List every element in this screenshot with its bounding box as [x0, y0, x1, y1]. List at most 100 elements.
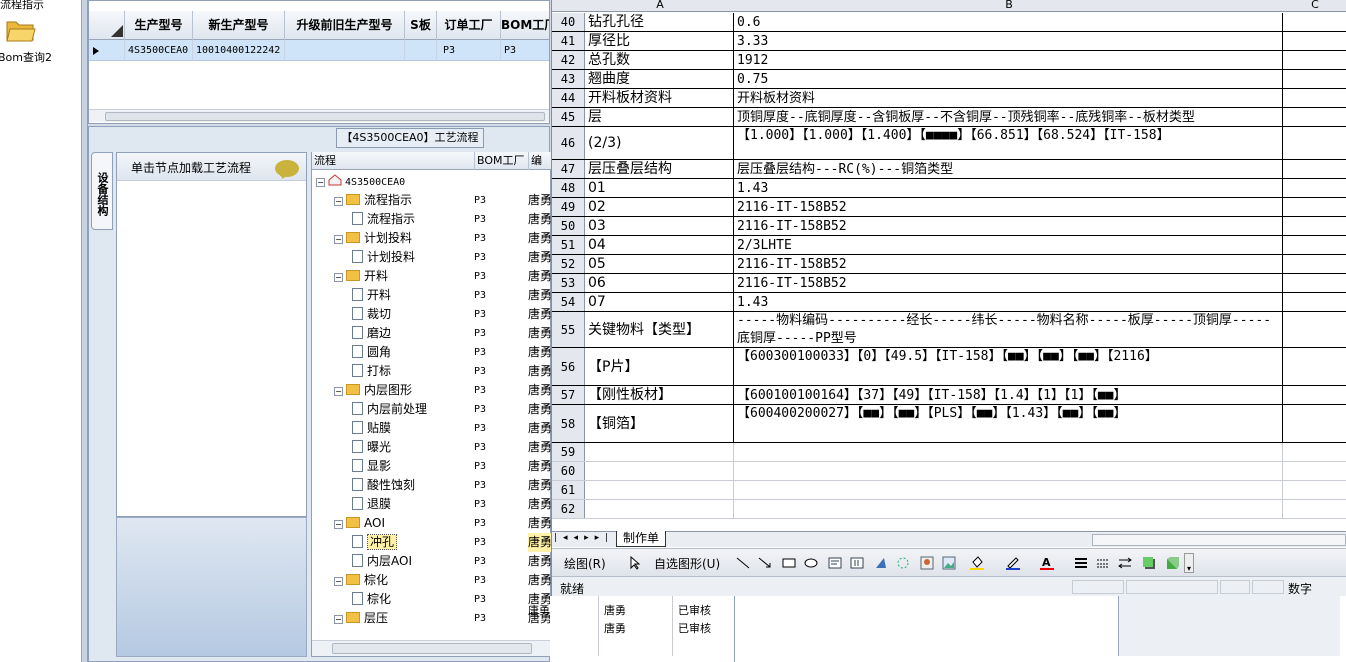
sheet-nav-arrows-icon[interactable]: |◂◂▸▸|	[554, 533, 614, 543]
tree-leaf-node[interactable]: 显影 P3 唐勇	[312, 457, 552, 476]
col-new-model[interactable]: 新生产型号	[193, 11, 285, 40]
cell-b[interactable]: 1.43	[735, 179, 1283, 197]
shadow-icon[interactable]	[1142, 556, 1156, 570]
cell-a[interactable]: 【铜箔】	[586, 405, 734, 442]
cell-c[interactable]	[1284, 481, 1346, 499]
process-flow-tab[interactable]: 【4S3500CEA0】工艺流程	[336, 128, 484, 148]
tree-folder-node[interactable]: − 棕化 P3 唐勇	[312, 571, 552, 590]
tree-leaf-node[interactable]: 打标 P3 唐勇	[312, 362, 552, 381]
line-style-icon[interactable]	[1074, 556, 1088, 570]
cell-a[interactable]: 层压叠层结构	[586, 160, 734, 178]
cell-old-model[interactable]	[285, 40, 405, 61]
cell-s-board[interactable]	[405, 40, 437, 61]
col-prod-model[interactable]: 生产型号	[125, 11, 193, 40]
row-number[interactable]: 40	[552, 13, 585, 31]
cell-b[interactable]: 顶铜厚度--底铜厚度--含铜板厚--不含铜厚--顶残铜率--底残铜率--板材类型	[735, 108, 1283, 126]
row-number[interactable]: 42	[552, 51, 585, 69]
3d-style-icon[interactable]	[1166, 556, 1180, 570]
tree-folder-node[interactable]: − 内层图形 P3 唐勇	[312, 381, 552, 400]
cell-b[interactable]: 【600100100164】【37】【49】【IT-158】【1.4】【1】【1…	[735, 386, 1283, 404]
cell-a[interactable]	[586, 500, 734, 518]
row-number[interactable]: 59	[552, 443, 585, 461]
collapse-icon[interactable]: −	[334, 197, 343, 206]
nav-item-process[interactable]: 流程指示	[0, 0, 44, 12]
cell-a[interactable]	[586, 443, 734, 461]
tree-leaf-node[interactable]: 磨边 P3 唐勇	[312, 324, 552, 343]
tree-leaf-node[interactable]: 开料 P3 唐勇	[312, 286, 552, 305]
cell-c[interactable]	[1284, 443, 1346, 461]
cell-c[interactable]	[1284, 293, 1346, 311]
row-number[interactable]: 43	[552, 70, 585, 88]
cell-c[interactable]	[1284, 70, 1346, 88]
cell-c[interactable]	[1284, 255, 1346, 273]
picture-icon[interactable]	[942, 556, 956, 570]
row-number[interactable]: 46	[552, 127, 585, 159]
row-number[interactable]: 55	[552, 312, 585, 347]
autoshape-menu-button[interactable]: 自选图形(U)	[654, 555, 720, 572]
tree-folder-node[interactable]: − 层压 P3 唐勇	[312, 609, 552, 628]
cell-b[interactable]: 【600300100033】【0】【49.5】【IT-158】【■■】【■■】【…	[735, 348, 1283, 385]
draw-menu-button[interactable]: 绘图(R)	[564, 555, 606, 572]
cell-c[interactable]	[1284, 312, 1346, 347]
row-number[interactable]: 52	[552, 255, 585, 273]
scrollbar-thumb[interactable]	[332, 643, 532, 654]
cell-a[interactable]: 翘曲度	[586, 70, 734, 88]
col-header-c[interactable]: C	[1284, 0, 1346, 11]
row-number[interactable]: 48	[552, 179, 585, 197]
collapse-icon[interactable]: −	[334, 235, 343, 244]
cell-c[interactable]	[1284, 32, 1346, 50]
vertical-scrollbar[interactable]	[1118, 596, 1340, 656]
arrow-icon[interactable]	[758, 556, 772, 570]
cell-c[interactable]	[1284, 13, 1346, 31]
cell-b[interactable]: 0.75	[735, 70, 1283, 88]
cell-b[interactable]: 【600400200027】【■■】【■■】【PLS】【■■】【1.43】【■■…	[735, 405, 1283, 442]
cell-b[interactable]	[735, 443, 1283, 461]
collapse-icon[interactable]: −	[334, 577, 343, 586]
tree-leaf-node[interactable]: 退膜 P3 唐勇	[312, 495, 552, 514]
cell-c[interactable]	[1284, 274, 1346, 292]
cell-a[interactable]: 开料板材资料	[586, 89, 734, 107]
cell-b[interactable]: 2116-IT-158B52	[735, 198, 1283, 216]
sheet-horizontal-scrollbar[interactable]	[1092, 534, 1346, 546]
row-number[interactable]: 57	[552, 386, 585, 404]
col-order-factory[interactable]: 订单工厂	[437, 11, 501, 40]
dash-style-icon[interactable]	[1096, 556, 1110, 570]
cell-b[interactable]: 2116-IT-158B52	[735, 255, 1283, 273]
cell-c[interactable]	[1284, 127, 1346, 159]
cell-a[interactable]	[586, 481, 734, 499]
wordart-icon[interactable]	[874, 556, 888, 570]
cell-a[interactable]: 总孔数	[586, 51, 734, 69]
cell-c[interactable]	[1284, 500, 1346, 518]
row-number[interactable]: 60	[552, 462, 585, 480]
line-icon[interactable]	[736, 556, 750, 570]
nav-item-bom-query[interactable]: Bom查询2	[0, 49, 52, 65]
cell-b[interactable]	[735, 481, 1283, 499]
cell-a[interactable]	[586, 462, 734, 480]
scrollbar-thumb[interactable]	[105, 112, 545, 121]
cell-c[interactable]	[1284, 198, 1346, 216]
collapse-icon[interactable]: −	[334, 273, 343, 282]
cell-b[interactable]: 层压叠层结构---RC(%)---铜箔类型	[735, 160, 1283, 178]
cell-bom-factory[interactable]: P3	[501, 40, 549, 61]
col-header-a[interactable]: A	[586, 0, 734, 11]
tree-leaf-node[interactable]: 曝光 P3 唐勇	[312, 438, 552, 457]
row-number[interactable]: 62	[552, 500, 585, 518]
textbox-icon[interactable]	[828, 556, 842, 570]
cell-b[interactable]	[735, 462, 1283, 480]
tree-folder-node[interactable]: − 开料 P3 唐勇	[312, 267, 552, 286]
row-number[interactable]: 61	[552, 481, 585, 499]
col-header-b[interactable]: B	[735, 0, 1283, 11]
tree-leaf-node[interactable]: 裁切 P3 唐勇	[312, 305, 552, 324]
cell-a[interactable]: 02	[586, 198, 734, 216]
tree-leaf-node[interactable]: 计划投料 P3 唐勇	[312, 248, 552, 267]
col-bom-factory[interactable]: BOM工厂	[501, 11, 549, 40]
tree-leaf-node[interactable]: 内层AOI P3 唐勇	[312, 552, 552, 571]
cell-a[interactable]: 01	[586, 179, 734, 197]
row-number[interactable]: 54	[552, 293, 585, 311]
diagram-icon[interactable]	[896, 556, 910, 570]
cell-c[interactable]	[1284, 236, 1346, 254]
font-color-icon[interactable]: A	[1040, 556, 1054, 570]
pointer-icon[interactable]	[628, 556, 642, 570]
cell-new-model[interactable]: 10010400122242	[193, 40, 285, 61]
tree-folder-node[interactable]: − AOI P3 唐勇	[312, 514, 552, 533]
